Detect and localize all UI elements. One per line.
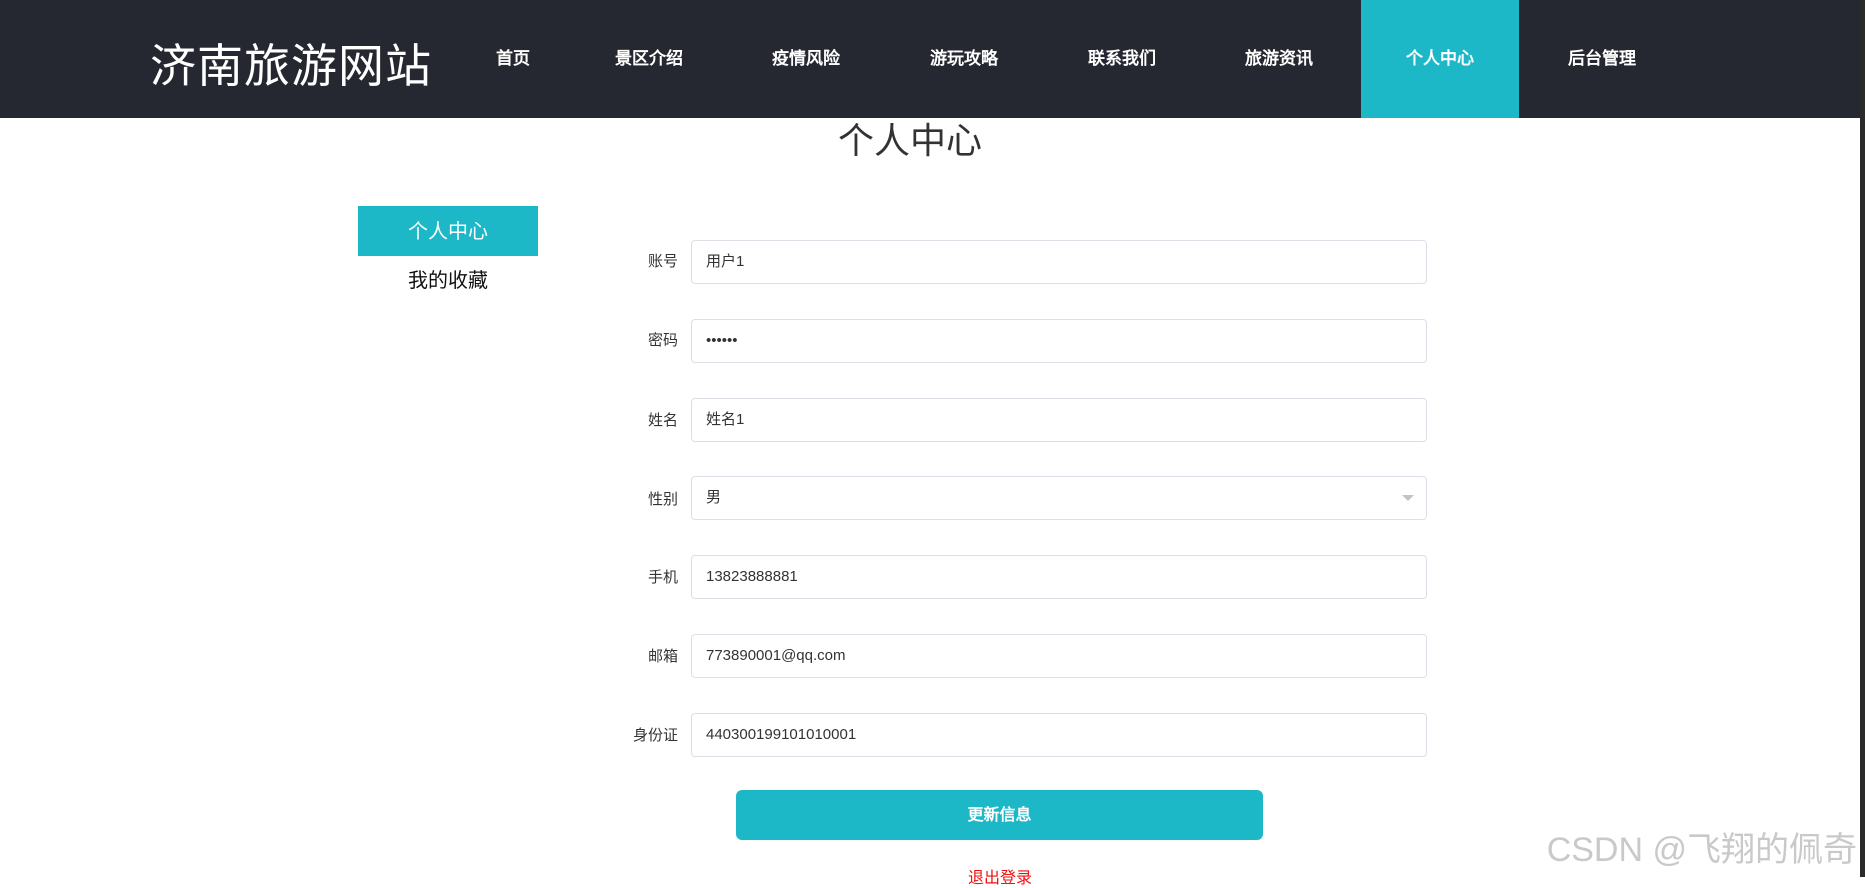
name-input[interactable]: 姓名1 [691,398,1427,442]
phone-label: 手机 [647,568,678,586]
nav-item-home[interactable]: 首页 [473,0,553,118]
nav-item-admin[interactable]: 后台管理 [1557,0,1647,118]
gender-selected-value: 男 [706,489,722,506]
top-nav-bar: 济南旅游网站 首页 景区介绍 疫情风险 游玩攻略 联系我们 旅游资讯 个人中心 … [0,0,1860,118]
nav-item-contact-us[interactable]: 联系我们 [1077,0,1167,118]
phone-input[interactable]: 13823888881 [691,555,1427,599]
password-label: 密码 [647,331,678,349]
gender-select[interactable]: 男 [691,476,1427,520]
nav-item-travel-news[interactable]: 旅游资讯 [1234,0,1324,118]
gender-label: 性别 [647,490,678,508]
email-input[interactable]: 773890001@qq.com [691,634,1427,678]
id-card-label: 身份证 [632,726,678,744]
sidebar-item-my-favorites[interactable]: 我的收藏 [358,262,538,298]
chevron-down-icon [1402,495,1414,501]
account-label: 账号 [647,252,678,270]
watermark-text: CSDN @飞翔的佩奇 [1546,831,1857,869]
nav-item-scenic-spots[interactable]: 景区介绍 [604,0,694,118]
email-label: 邮箱 [647,647,678,665]
id-card-input[interactable]: 440300199101010001 [691,713,1427,757]
window-edge [1860,0,1865,877]
logout-link[interactable]: 退出登录 [940,864,1060,888]
update-info-button[interactable]: 更新信息 [736,790,1263,840]
nav-item-epidemic-risk[interactable]: 疫情风险 [761,0,851,118]
name-label: 姓名 [647,411,678,429]
password-input[interactable]: •••••• [691,319,1427,363]
account-input[interactable]: 用户1 [691,240,1427,284]
nav-item-travel-guide[interactable]: 游玩攻略 [919,0,1009,118]
sidebar-item-personal-center[interactable]: 个人中心 [358,206,538,256]
page-title: 个人中心 [837,121,982,162]
site-logo[interactable]: 济南旅游网站 [150,30,432,96]
nav-item-personal-center[interactable]: 个人中心 [1361,0,1519,118]
